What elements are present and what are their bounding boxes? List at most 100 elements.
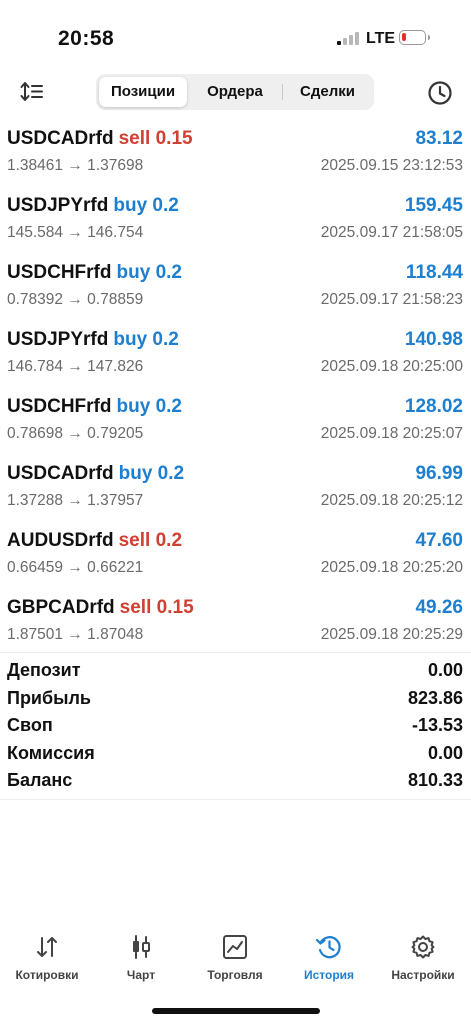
trade-row[interactable]: GBPCADrfd sell 0.15 49.26 1.87501 → 1.87048… — [0, 591, 471, 658]
trade-direction: buy — [113, 329, 148, 350]
trade-direction: buy — [113, 195, 148, 216]
trade-row[interactable]: USDCHFrfd buy 0.2 128.02 0.78698 → 0.79205 2… — [0, 390, 471, 457]
trade-symbol-line: GBPCADrfd sell 0.15 — [7, 597, 194, 619]
status-bar: 20:58 LTE — [0, 0, 471, 70]
trade-prices: 1.38461 → 1.37698 — [7, 157, 143, 175]
open-price: 145.584 — [7, 224, 64, 241]
trade-symbol: USDJPYrfd — [7, 329, 109, 350]
summary-row: Депозит 0.00 — [0, 660, 471, 688]
open-price: 1.38461 — [7, 157, 64, 174]
arrow-icon: → — [67, 157, 83, 174]
trade-side: sell 0.15 — [119, 128, 193, 149]
trade-time: 2025.09.18 20:25:07 — [320, 425, 463, 442]
summary-label: Баланс — [7, 770, 73, 790]
trade-profit: 47.60 — [415, 530, 463, 551]
summary-value: 823.86 — [407, 687, 463, 708]
tab-quotes-label: Котировки — [15, 968, 79, 982]
segment-divider — [282, 84, 283, 100]
top-toolbar: Позиции Ордера Сделки — [0, 70, 471, 116]
tab-trade[interactable]: Торговля — [188, 928, 282, 990]
trade-symbol-line: USDJPYrfd buy 0.2 — [7, 329, 179, 351]
trade-prices: 145.584 → 146.754 — [7, 224, 143, 242]
sort-icon[interactable] — [18, 78, 48, 106]
trade-direction: sell — [118, 530, 151, 551]
clock-icon[interactable] — [426, 79, 454, 107]
trade-direction: buy — [116, 396, 151, 417]
trade-row[interactable]: USDJPYrfd buy 0.2 159.45 145.584 → 146.754 2… — [0, 189, 471, 256]
close-price: 1.37957 — [87, 492, 144, 509]
trade-row[interactable]: USDJPYrfd buy 0.2 140.98 146.784 → 147.826 2… — [0, 323, 471, 390]
summary-divider-bottom — [0, 799, 471, 800]
trade-volume: 0.2 — [155, 262, 182, 283]
trade-direction: sell — [119, 597, 152, 618]
trade-profit: 83.12 — [415, 128, 463, 149]
close-price: 146.754 — [87, 224, 144, 241]
bottom-tab-bar: Котировки Чарт Торговля История Настройк… — [0, 928, 471, 990]
summary-row: Баланс 810.33 — [0, 770, 471, 798]
tab-settings-label: Настройки — [391, 968, 455, 982]
trade-volume: 0.15 — [155, 128, 193, 149]
status-time: 20:58 — [58, 27, 115, 50]
trade-prices: 0.78698 → 0.79205 — [7, 425, 143, 443]
trade-side: buy 0.2 — [117, 262, 182, 283]
summary-value: 0.00 — [427, 742, 463, 763]
arrow-icon: → — [67, 358, 83, 375]
summary-row: Прибыль 823.86 — [0, 688, 471, 716]
tab-orders[interactable]: Ордера — [190, 77, 280, 107]
close-price: 0.78859 — [87, 291, 144, 308]
trade-volume: 0.2 — [155, 530, 183, 551]
tab-chart[interactable]: Чарт — [94, 928, 188, 990]
close-price: 1.37698 — [87, 157, 144, 174]
trade-row[interactable]: AUDUSDrfd sell 0.2 47.60 0.66459 → 0.66221 2… — [0, 524, 471, 591]
open-price: 0.66459 — [7, 559, 64, 576]
trade-direction: buy — [118, 463, 153, 484]
trade-symbol-line: AUDUSDrfd sell 0.2 — [7, 530, 182, 552]
battery-icon — [399, 30, 430, 45]
trade-symbol: USDCHFrfd — [7, 262, 112, 283]
close-price: 0.79205 — [87, 425, 144, 442]
trade-symbol-line: USDCHFrfd buy 0.2 — [7, 262, 182, 284]
trade-profit: 140.98 — [404, 329, 463, 350]
home-indicator — [152, 1008, 320, 1014]
open-price: 1.87501 — [7, 626, 64, 643]
tab-positions[interactable]: Позиции — [99, 77, 187, 107]
trade-profit: 49.26 — [415, 597, 463, 618]
trade-row[interactable]: USDCADrfd sell 0.15 83.12 1.38461 → 1.37698… — [0, 122, 471, 189]
network-type: LTE — [366, 30, 396, 47]
trade-direction: sell — [118, 128, 151, 149]
trade-time: 2025.09.18 20:25:12 — [320, 492, 463, 509]
trades-list: USDCADrfd sell 0.15 83.12 1.38461 → 1.37698… — [0, 122, 471, 658]
trade-time: 2025.09.18 20:25:00 — [320, 358, 463, 375]
signal-icon — [337, 31, 359, 45]
summary-value: -13.53 — [411, 715, 463, 735]
trade-prices: 0.78392 → 0.78859 — [7, 291, 143, 309]
trade-profit: 118.44 — [405, 262, 463, 283]
summary-label: Комиссия — [7, 742, 95, 763]
arrow-icon: → — [67, 291, 83, 308]
tab-history[interactable]: История — [282, 928, 376, 990]
arrow-icon: → — [67, 626, 83, 643]
tab-quotes[interactable]: Котировки — [0, 928, 94, 990]
trade-row[interactable]: USDCADrfd buy 0.2 96.99 1.37288 → 1.37957 20… — [0, 457, 471, 524]
trade-volume: 0.2 — [157, 463, 185, 484]
trade-time: 2025.09.18 20:25:29 — [320, 626, 463, 643]
tab-deals[interactable]: Сделки — [284, 77, 371, 107]
trade-profit: 96.99 — [415, 463, 463, 484]
arrow-icon: → — [67, 492, 83, 509]
trade-side: sell 0.2 — [119, 530, 182, 551]
trade-row[interactable]: USDCHFrfd buy 0.2 118.44 0.78392 → 0.78859 2… — [0, 256, 471, 323]
history-segmented-control: Позиции Ордера Сделки — [96, 74, 374, 110]
trade-prices: 1.37288 → 1.37957 — [7, 492, 143, 510]
tab-settings[interactable]: Настройки — [376, 928, 470, 990]
trade-symbol: USDCADrfd — [7, 463, 114, 484]
trade-symbol: USDCHFrfd — [7, 396, 112, 417]
trade-profit: 128.02 — [404, 396, 463, 417]
trade-volume: 0.2 — [155, 396, 182, 417]
summary-label: Своп — [7, 715, 53, 735]
trade-volume: 0.15 — [156, 597, 194, 618]
trade-symbol-line: USDCADrfd sell 0.15 — [7, 128, 193, 150]
open-price: 0.78698 — [7, 425, 64, 442]
close-price: 147.826 — [87, 358, 144, 375]
trade-symbol-line: USDCHFrfd buy 0.2 — [7, 396, 182, 418]
summary-value: 810.33 — [407, 770, 463, 790]
